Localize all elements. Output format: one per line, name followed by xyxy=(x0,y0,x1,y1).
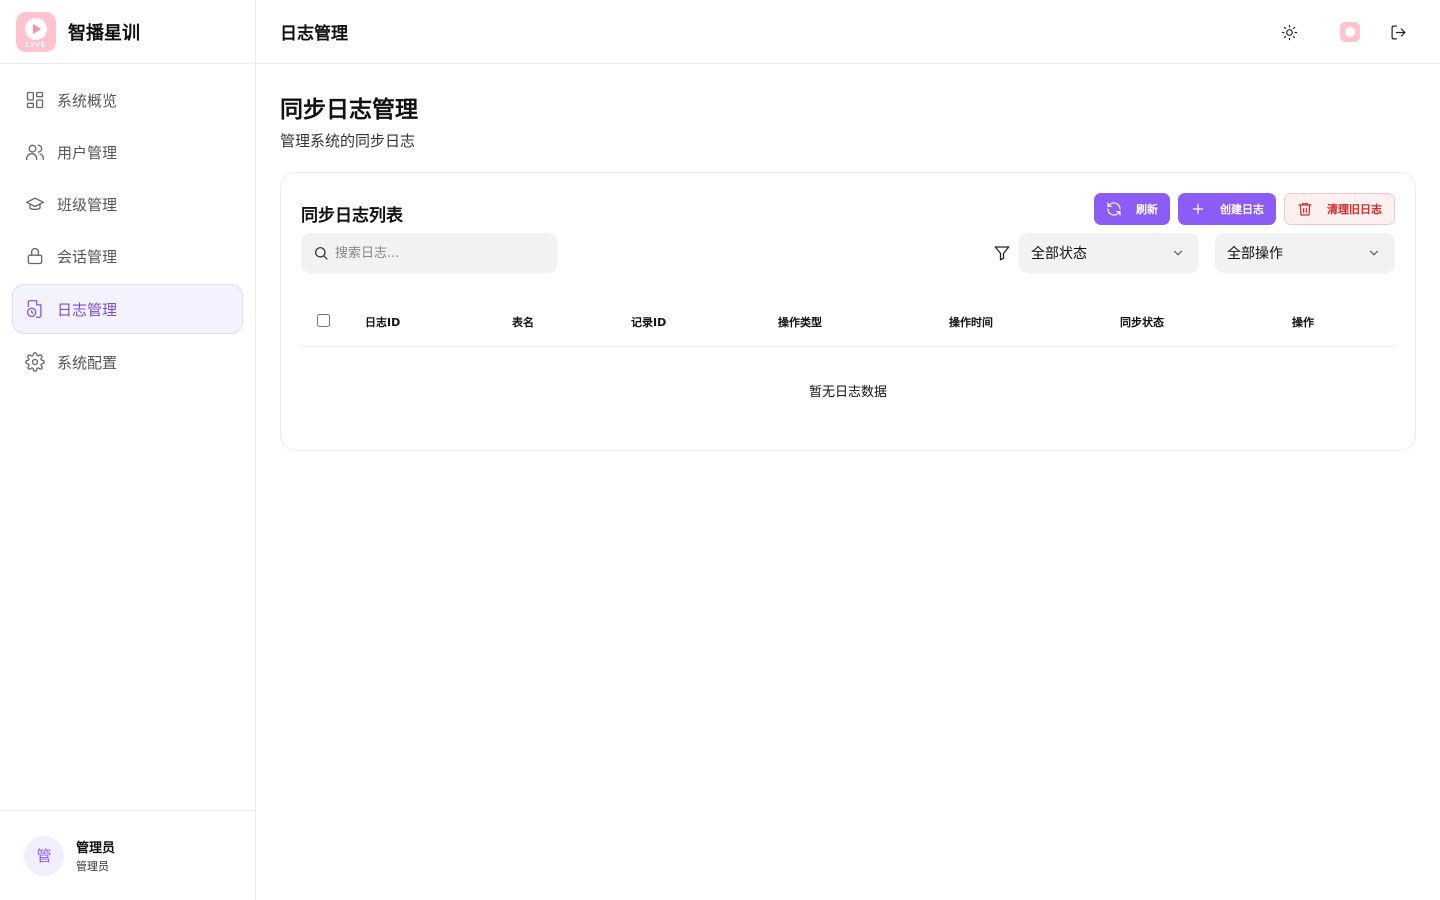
log-list-card: 同步日志列表 刷新 创建日志 清理旧日志 全部状态 xyxy=(280,172,1416,451)
user-name: 管理员 xyxy=(76,841,116,856)
app-logo-icon[interactable]: LIVE xyxy=(16,11,56,52)
users-icon xyxy=(26,144,44,161)
file-clock-icon xyxy=(26,300,42,318)
empty-state-text: 暂无日志数据 xyxy=(808,385,887,400)
page-subtitle: 管理系统的同步日志 xyxy=(280,132,416,150)
filter-icon xyxy=(993,244,1011,262)
logout-icon xyxy=(1391,25,1405,39)
brand: LIVE 智播星训 xyxy=(0,0,255,64)
column-header-table-name[interactable]: 表名 xyxy=(512,314,534,330)
topbar-title: 日志管理 xyxy=(280,24,348,44)
sidebar-item-label: 系统概览 xyxy=(57,91,118,110)
main-content: 同步日志管理 管理系统的同步日志 同步日志列表 刷新 创建日志 清理旧日志 搜索… xyxy=(280,64,1416,451)
user-profile[interactable]: 管 管理员 管理员 xyxy=(0,810,255,900)
sidebar: LIVE 智播星训 系统概览 用户管理 班级管理 会话管理 日志管理 系统配置 xyxy=(0,0,256,900)
sidebar-item-label: 日志管理 xyxy=(57,300,118,319)
sidebar-item-label: 会话管理 xyxy=(57,247,118,266)
clear-old-logs-button[interactable]: 清理旧日志 xyxy=(1284,193,1395,225)
column-header-sync-status[interactable]: 同步状态 xyxy=(1120,314,1164,330)
graduation-cap-icon xyxy=(26,197,44,211)
column-header-record-id[interactable]: 记录ID xyxy=(631,314,666,330)
column-header-actions: 操作 xyxy=(1292,316,1314,329)
search-box xyxy=(301,233,557,273)
plus-icon xyxy=(1192,203,1204,215)
search-icon xyxy=(315,247,328,260)
select-all-checkbox[interactable] xyxy=(317,314,330,327)
logo-text: LIVE xyxy=(25,40,47,49)
action-filter-value: 全部操作 xyxy=(1227,246,1283,262)
gear-icon xyxy=(25,352,45,372)
page-title: 同步日志管理 xyxy=(280,97,418,123)
brand-name: 智播星训 xyxy=(68,22,140,44)
sidebar-item-label: 用户管理 xyxy=(57,143,118,162)
refresh-button-label: 刷新 xyxy=(1136,203,1158,216)
sidebar-item-logs[interactable]: 日志管理 xyxy=(12,284,243,334)
create-log-button-label: 创建日志 xyxy=(1220,203,1264,216)
theme-toggle-button[interactable] xyxy=(1277,20,1301,44)
sidebar-nav: 系统概览 用户管理 班级管理 会话管理 日志管理 系统配置 xyxy=(0,64,255,402)
dashboard-icon xyxy=(26,91,44,109)
create-log-button[interactable]: 创建日志 xyxy=(1178,193,1276,225)
column-header-log-id[interactable]: 日志ID xyxy=(365,314,400,330)
sidebar-item-label: 系统配置 xyxy=(57,353,118,372)
column-header-operation-type[interactable]: 操作类型 xyxy=(778,314,822,330)
avatar: 管 xyxy=(24,835,64,876)
clear-old-logs-button-label: 清理旧日志 xyxy=(1327,203,1382,216)
sun-icon xyxy=(1281,24,1297,40)
refresh-icon xyxy=(1107,202,1121,216)
sidebar-item-classes[interactable]: 班级管理 xyxy=(12,180,243,228)
lock-icon xyxy=(27,247,43,265)
status-filter-value: 全部状态 xyxy=(1031,246,1087,262)
sidebar-item-users[interactable]: 用户管理 xyxy=(12,128,243,176)
card-title: 同步日志列表 xyxy=(301,206,403,226)
card-actions: 刷新 创建日志 清理旧日志 xyxy=(1086,193,1395,225)
table-header: 日志ID 表名 记录ID 操作类型 操作时间 同步状态 操作 xyxy=(301,301,1395,347)
chevron-down-icon xyxy=(1369,250,1379,256)
app-logo-icon xyxy=(1340,22,1360,42)
sidebar-item-label: 班级管理 xyxy=(57,195,118,214)
app-logo-button[interactable] xyxy=(1338,20,1362,44)
search-input[interactable] xyxy=(335,245,535,261)
logout-button[interactable] xyxy=(1386,20,1410,44)
status-filter-select[interactable]: 全部状态 xyxy=(1019,233,1199,273)
column-header-operation-time[interactable]: 操作时间 xyxy=(949,314,993,330)
user-role: 管理员 xyxy=(76,860,109,873)
sidebar-item-settings[interactable]: 系统配置 xyxy=(12,338,243,386)
refresh-button[interactable]: 刷新 xyxy=(1094,193,1170,225)
chevron-down-icon xyxy=(1173,250,1183,256)
action-filter-select[interactable]: 全部操作 xyxy=(1215,233,1395,273)
trash-icon xyxy=(1298,203,1312,216)
sidebar-item-overview[interactable]: 系统概览 xyxy=(12,76,243,124)
sidebar-item-sessions[interactable]: 会话管理 xyxy=(12,232,243,280)
topbar: 日志管理 xyxy=(256,0,1440,64)
